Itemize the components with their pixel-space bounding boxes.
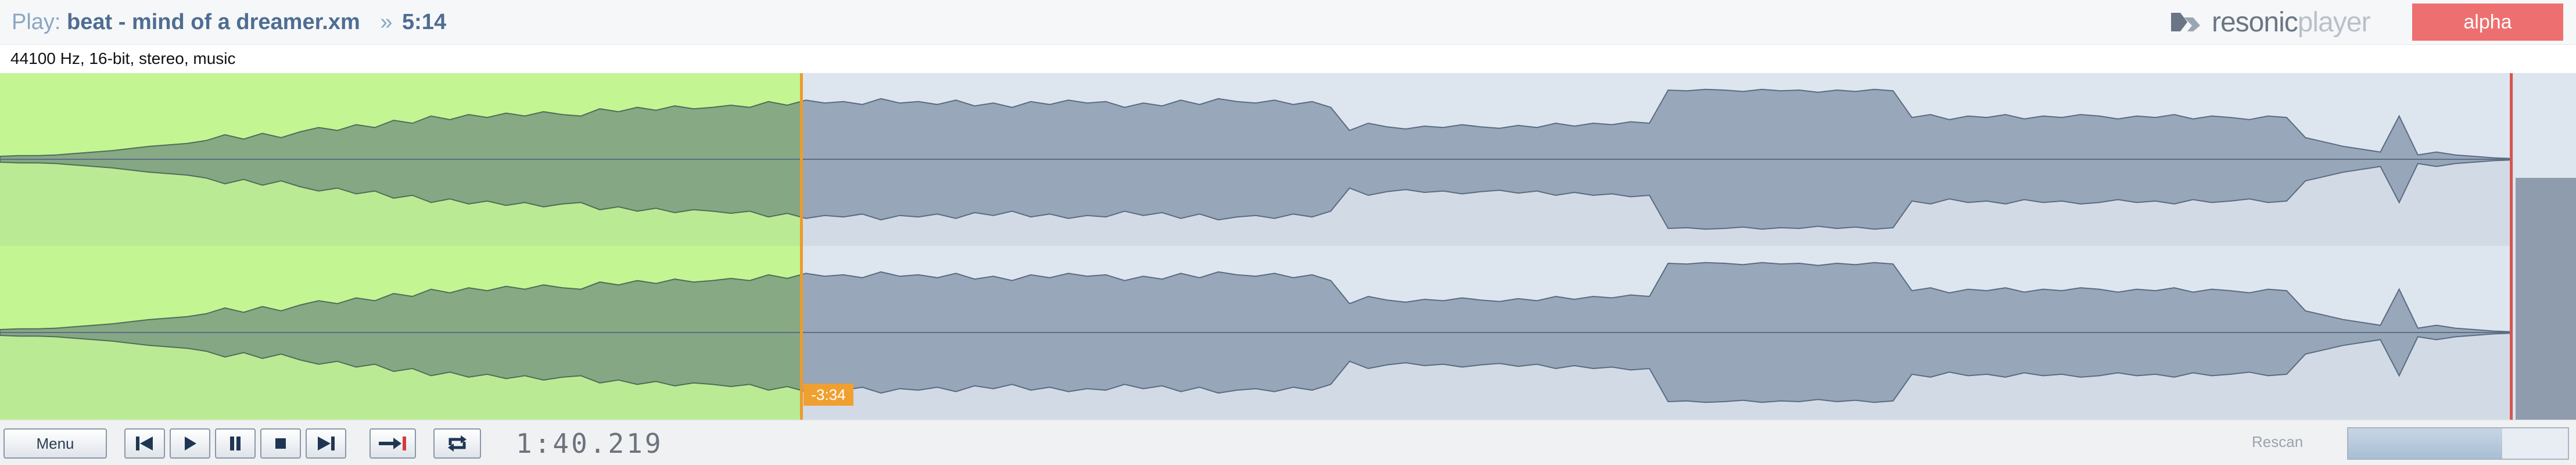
duration-separator: » xyxy=(380,10,393,34)
resonic-logo-icon xyxy=(2171,13,2200,31)
rescan-progress-fill xyxy=(2348,428,2502,459)
waveform-canvas[interactable] xyxy=(0,73,2576,420)
alpha-badge: alpha xyxy=(2412,3,2563,41)
now-playing-title: Play: beat - mind of a dreamer.xm » 5:14 xyxy=(12,5,446,40)
transport-bar: Menu 1:40.219 Rescan xyxy=(0,420,2576,465)
resonic-player-window: Play: beat - mind of a dreamer.xm » 5:14… xyxy=(0,0,2576,465)
level-meter xyxy=(2516,178,2576,420)
rescan-progress-bar[interactable] xyxy=(2347,427,2569,460)
end-marker xyxy=(2510,73,2513,420)
track-name: beat - mind of a dreamer.xm xyxy=(67,10,360,34)
next-button[interactable] xyxy=(306,428,346,459)
jump-to-marker-icon xyxy=(379,437,406,450)
audio-format-info: 44100 Hz, 16-bit, stereo, music xyxy=(10,49,236,67)
track-duration: 5:14 xyxy=(402,10,447,34)
stop-icon xyxy=(275,438,286,449)
skip-to-start-icon xyxy=(136,437,153,450)
play-prefix: Play: xyxy=(12,10,61,34)
pause-icon xyxy=(230,437,241,450)
waveform-display[interactable]: -3:34 xyxy=(0,73,2576,420)
title-bar: Play: beat - mind of a dreamer.xm » 5:14… xyxy=(0,0,2576,45)
logo-text-player: player xyxy=(2297,6,2371,38)
logo-text-resonic: resonic xyxy=(2212,6,2298,38)
remaining-time-tag: -3:34 xyxy=(803,384,853,406)
resonic-logo: resonic player xyxy=(2170,6,2370,38)
previous-button[interactable] xyxy=(124,428,165,459)
pause-button[interactable] xyxy=(215,428,256,459)
play-icon xyxy=(185,437,196,450)
info-bar: 44100 Hz, 16-bit, stereo, music xyxy=(0,45,2576,73)
loop-button[interactable] xyxy=(433,428,481,459)
skip-to-end-icon xyxy=(318,437,335,450)
menu-button[interactable]: Menu xyxy=(3,428,107,459)
play-button[interactable] xyxy=(170,428,210,459)
stop-button[interactable] xyxy=(260,428,301,459)
loop-icon xyxy=(448,435,467,452)
rescan-label: Rescan xyxy=(2252,433,2304,450)
playhead xyxy=(800,73,803,420)
time-display: 1:40.219 xyxy=(516,428,663,459)
jump-to-marker-button[interactable] xyxy=(369,428,416,459)
